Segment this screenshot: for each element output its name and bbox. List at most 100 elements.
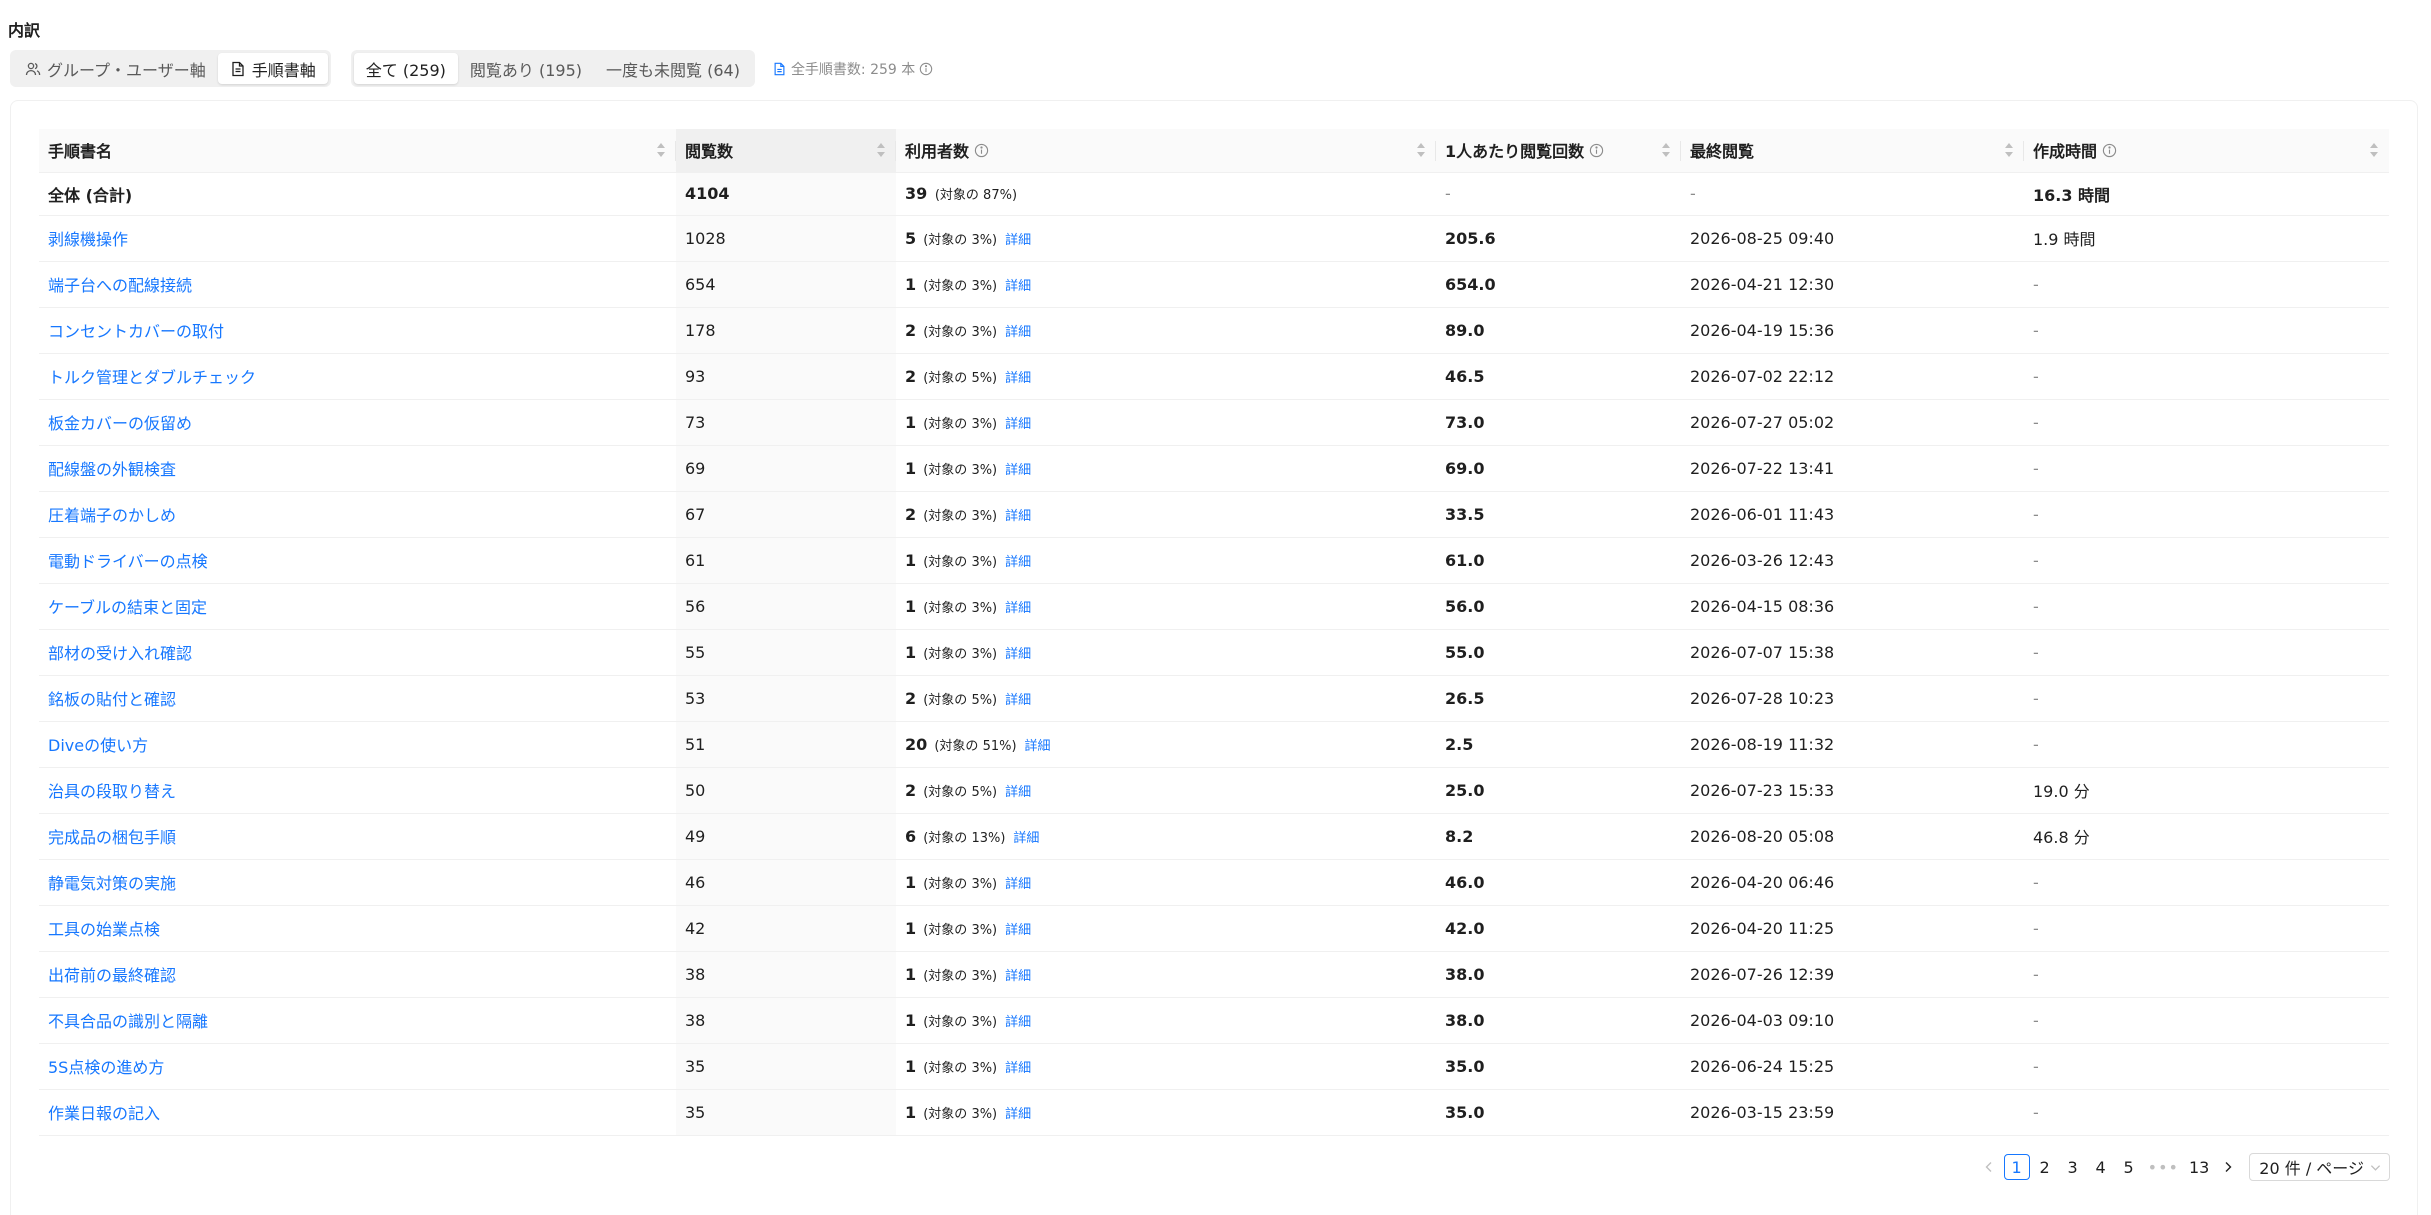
document-name-link[interactable]: 銘板の貼付と確認 (48, 690, 176, 709)
empty-value: - (2033, 458, 2039, 478)
users-count: 1 (905, 596, 917, 616)
document-name-link[interactable]: 圧着端子のかしめ (48, 506, 176, 525)
document-name-link[interactable]: 作業日報の記入 (48, 1104, 160, 1123)
axis-toggle-user-group[interactable]: グループ・ユーザー軸 (13, 53, 218, 84)
document-name-link[interactable]: ケーブルの結束と固定 (48, 598, 207, 617)
page-5-button[interactable]: 5 (2116, 1154, 2142, 1180)
table-row: 銘板の貼付と確認 53 2 (対象の 5%) 詳細 26.5 2026-07-28 10:… (39, 675, 2389, 722)
detail-link[interactable]: 詳細 (1005, 509, 1031, 524)
detail-link[interactable]: 詳細 (1005, 279, 1031, 294)
column-header-label: 作成時間 (2033, 142, 2098, 162)
column-header-views[interactable]: 閲覧数 (676, 129, 896, 173)
filter-tab-all[interactable]: 全て (259) (353, 53, 458, 84)
detail-link[interactable]: 詳細 (1005, 785, 1031, 800)
column-header-views-per-user[interactable]: 1人あたり閲覧回数 (1436, 129, 1681, 173)
document-name-link[interactable]: 5S点検の進め方 (48, 1058, 164, 1077)
sort-icon[interactable] (876, 141, 886, 159)
empty-value: - (2033, 872, 2039, 892)
detail-link[interactable]: 詳細 (1013, 831, 1039, 846)
detail-link[interactable]: 詳細 (1005, 647, 1031, 662)
creation-time-cell: - (2024, 859, 2389, 906)
document-name-cell: 静電気対策の実施 (39, 859, 676, 906)
document-name-link[interactable]: Diveの使い方 (48, 736, 148, 755)
document-name-link[interactable]: 板金カバーの仮留め (48, 414, 192, 433)
pagination: 1 2 3 4 5 ••• 13 20 件 / ページ (1974, 1153, 2390, 1181)
sort-icon[interactable] (1416, 141, 1426, 159)
detail-link[interactable]: 詳細 (1005, 693, 1031, 708)
detail-link[interactable]: 詳細 (1005, 923, 1031, 938)
page-1-button[interactable]: 1 (2003, 1154, 2030, 1180)
document-name-link[interactable]: コンセントカバーの取付 (48, 322, 224, 341)
document-name-link[interactable]: 配線盤の外観検査 (48, 460, 176, 479)
prev-page-button[interactable] (1976, 1154, 2002, 1180)
column-header-document-name[interactable]: 手順書名 (39, 129, 676, 173)
column-header-users[interactable]: 利用者数 (896, 129, 1436, 173)
users-cell: 2 (対象の 5%) 詳細 (896, 767, 1436, 814)
info-icon[interactable] (919, 62, 933, 76)
views-cell: 67 (676, 491, 896, 538)
filter-tab-viewed[interactable]: 閲覧あり (195) (458, 53, 594, 84)
info-icon[interactable] (974, 143, 989, 158)
last-viewed-cell: 2026-08-20 05:08 (1681, 813, 2024, 860)
page-2-button[interactable]: 2 (2032, 1154, 2058, 1180)
detail-link[interactable]: 詳細 (1025, 739, 1051, 754)
views-cell: 73 (676, 399, 896, 446)
document-name-link[interactable]: 不具合品の識別と隔離 (48, 1012, 208, 1031)
page-size-select[interactable]: 20 件 / ページ (2249, 1153, 2390, 1181)
column-header-creation-time[interactable]: 作成時間 (2024, 129, 2389, 173)
document-name-link[interactable]: 工具の始業点検 (48, 920, 160, 939)
sort-icon[interactable] (1661, 141, 1671, 159)
axis-toggle-document[interactable]: 手順書軸 (217, 53, 328, 84)
document-name-link[interactable]: 端子台への配線接続 (48, 276, 192, 295)
filter-tab-never-viewed[interactable]: 一度も未閲覧 (64) (594, 53, 752, 84)
document-name-link[interactable]: 部材の受け入れ確認 (48, 644, 192, 663)
detail-link[interactable]: 詳細 (1005, 233, 1031, 248)
detail-link[interactable]: 詳細 (1005, 1015, 1031, 1030)
column-header-last-viewed[interactable]: 最終閲覧 (1681, 129, 2024, 173)
document-name-link[interactable]: 電動ドライバーの点検 (48, 552, 208, 571)
document-name-link[interactable]: 剥線機操作 (48, 230, 128, 249)
detail-link[interactable]: 詳細 (1005, 463, 1031, 478)
per-user-value: 42.0 (1445, 918, 1485, 938)
jump-next-button[interactable]: ••• (2144, 1154, 2183, 1180)
users-count: 1 (905, 918, 917, 938)
page-3-button[interactable]: 3 (2060, 1154, 2086, 1180)
sort-icon[interactable] (2369, 141, 2379, 159)
document-name-link[interactable]: 出荷前の最終確認 (48, 966, 176, 985)
document-name-link[interactable]: 完成品の梱包手順 (48, 828, 176, 847)
page-4-button[interactable]: 4 (2088, 1154, 2114, 1180)
detail-link[interactable]: 詳細 (1005, 1061, 1031, 1076)
users-ratio: (対象の 5%) (923, 370, 998, 386)
sort-icon[interactable] (656, 141, 666, 159)
last-viewed-cell: 2026-07-27 05:02 (1681, 399, 2024, 446)
document-icon (232, 61, 244, 76)
views-cell: 35 (676, 1043, 896, 1090)
last-viewed-cell: 2026-07-07 15:38 (1681, 629, 2024, 676)
page-last-button[interactable]: 13 (2185, 1154, 2213, 1180)
users-count: 2 (905, 688, 917, 708)
detail-link[interactable]: 詳細 (1005, 555, 1031, 570)
users-count: 1 (905, 872, 917, 892)
document-name-link[interactable]: トルク管理とダブルチェック (48, 368, 256, 387)
detail-link[interactable]: 詳細 (1005, 969, 1031, 984)
per-user-value: 38.0 (1445, 964, 1485, 984)
info-icon[interactable] (1589, 143, 1604, 158)
detail-link[interactable]: 詳細 (1005, 325, 1031, 340)
detail-link[interactable]: 詳細 (1005, 417, 1031, 432)
table-row: 5S点検の進め方 35 1 (対象の 3%) 詳細 35.0 2026-06-24 15:… (39, 1043, 2389, 1090)
column-header-label: 1人あたり閲覧回数 (1445, 142, 1585, 162)
users-count: 2 (905, 320, 917, 340)
detail-link[interactable]: 詳細 (1005, 371, 1031, 386)
next-page-button[interactable] (2215, 1154, 2241, 1180)
table-row: 作業日報の記入 35 1 (対象の 3%) 詳細 35.0 2026-03-15 23:5… (39, 1089, 2389, 1136)
detail-link[interactable]: 詳細 (1005, 601, 1031, 616)
detail-link[interactable]: 詳細 (1005, 1107, 1031, 1122)
info-icon[interactable] (2102, 143, 2117, 158)
users-ratio: (対象の 3%) (923, 416, 998, 432)
users-ratio: (対象の 5%) (923, 692, 998, 708)
document-name-link[interactable]: 静電気対策の実施 (48, 874, 176, 893)
per-user-cell: 26.5 (1436, 675, 1681, 722)
detail-link[interactable]: 詳細 (1005, 877, 1031, 892)
document-name-link[interactable]: 治具の段取り替え (48, 782, 176, 801)
sort-icon[interactable] (2004, 141, 2014, 159)
